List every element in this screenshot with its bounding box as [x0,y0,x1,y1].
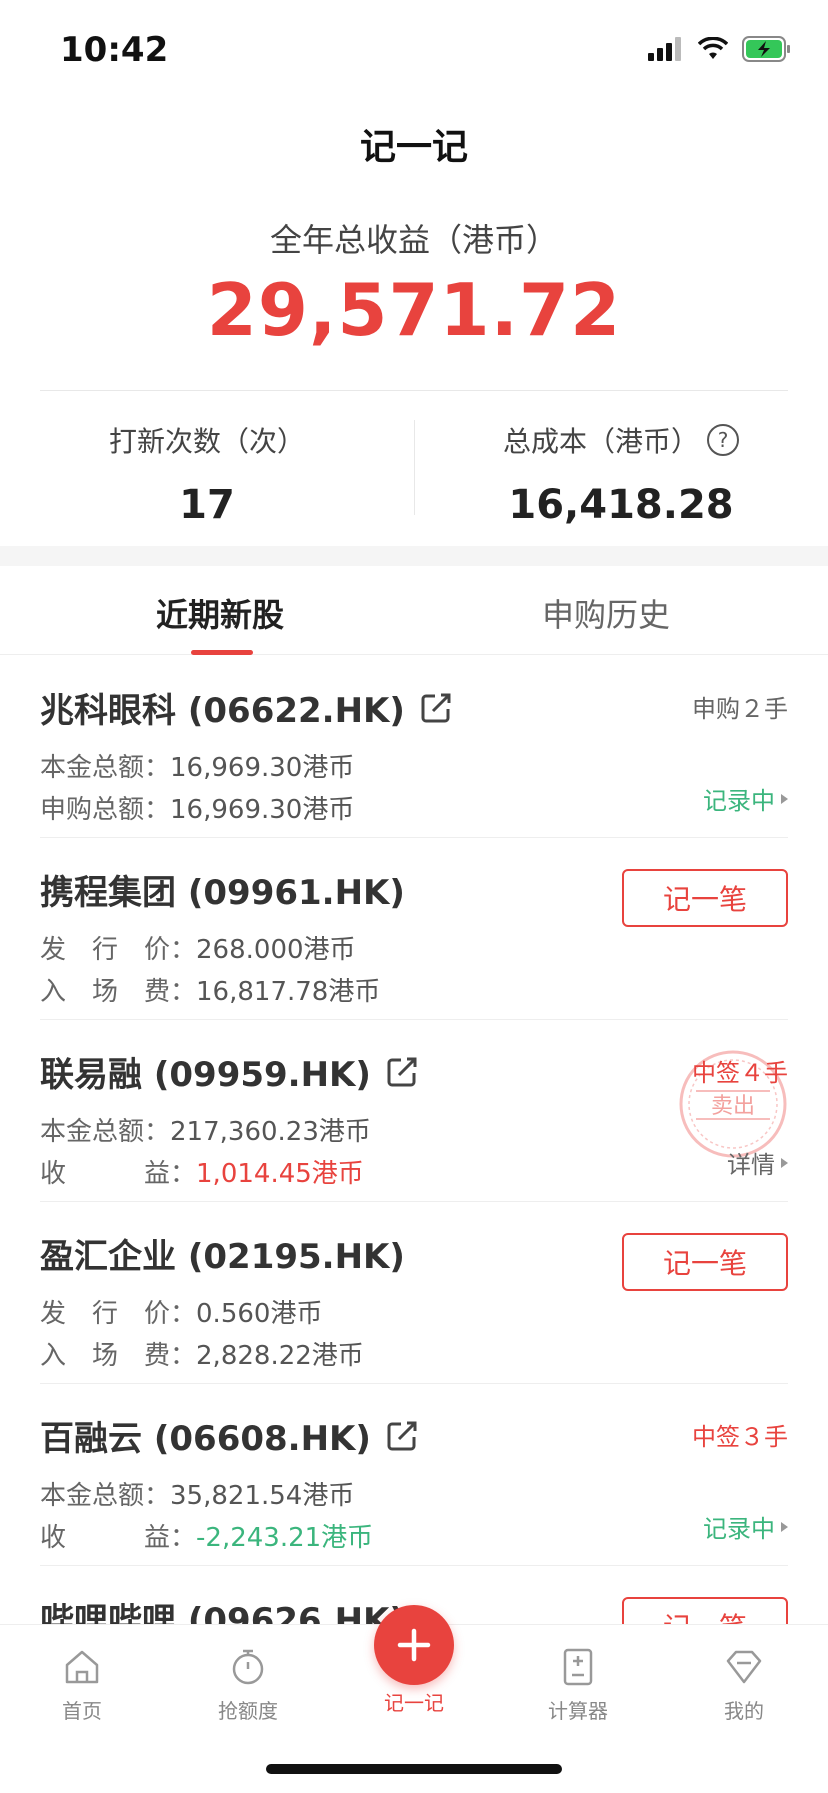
stock-name: 盈汇企业 (02195.HK) [40,1237,405,1277]
ipo-count-stat: 打新次数（次） 17 [0,420,414,528]
ipo-count-label: 打新次数（次） [108,425,305,458]
plus-icon [397,1628,431,1662]
subscription-row: 申购总额：16,969.30港币 [40,795,355,825]
nav-home-label: 首页 [62,1699,102,1723]
lots-badge: 中签４手 [692,1059,788,1087]
edit-icon[interactable] [385,1419,419,1453]
profit-row: 收 益：-2,243.21港币 [40,1523,374,1553]
tab-subscription-history[interactable]: 申购历史 [542,590,670,636]
nav-quota-label: 抢额度 [218,1699,278,1723]
nav-profile[interactable]: 我的 [684,1645,804,1724]
stock-name: 联易融 (09959.HK) [40,1047,419,1096]
calculator-icon [563,1648,593,1686]
nav-calculator[interactable]: 计算器 [518,1645,638,1724]
record-status-link[interactable]: 记录中 [703,1509,788,1544]
total-cost-label: 总成本（港币） ? [414,420,828,460]
chevron-right-icon [781,1157,788,1168]
edit-icon[interactable] [385,1055,419,1089]
help-icon[interactable]: ? [707,424,739,456]
edit-icon[interactable] [419,691,453,725]
total-cost-value: 16,418.28 [508,482,734,528]
total-cost-stat: 总成本（港币） ? 16,418.28 [414,420,828,528]
timer-icon [232,1649,264,1685]
stock-name: 携程集团 (09961.HK) [40,873,405,913]
nav-record[interactable]: 记一记 [354,1687,474,1716]
principal-row: 本金总额：16,969.30港币 [40,753,355,783]
stock-name: 兆科眼科 (06622.HK) [40,683,453,732]
details-link[interactable]: 详情 [727,1145,788,1180]
ipo-list-item[interactable]: 兆科眼科 (06622.HK) 本金总额：16,969.30港币 申购总额：16… [40,655,788,838]
principal-row: 本金总额：217,360.23港币 [40,1117,371,1147]
diamond-icon [726,1650,762,1684]
chevron-right-icon [781,1521,788,1532]
lots-badge: 中签３手 [692,1423,788,1451]
principal-row: 本金总额：35,821.54港币 [40,1481,355,1511]
issue-price-row: 发 行 价：268.000港币 [40,935,356,965]
ipo-list-item[interactable]: 盈汇企业 (02195.HK) 发 行 价：0.560港币 入 场 费：2,82… [40,1201,788,1384]
stamp-text: 卖出 [711,1094,755,1119]
nav-quota[interactable]: 抢额度 [188,1645,308,1724]
profit-row: 收 益：1,014.45港币 [40,1159,364,1189]
ipo-count-value: 17 [179,482,235,528]
divider [40,390,788,391]
nav-home[interactable]: 首页 [22,1645,142,1724]
scroll-content[interactable]: 记一记 全年总收益（港币） 29,571.72 打新次数（次） 17 总成本（港… [0,0,828,1624]
ipo-list-item[interactable]: 携程集团 (09961.HK) 发 行 价：268.000港币 入 场 费：16… [40,837,788,1020]
issue-price-row: 发 行 价：0.560港币 [40,1299,323,1329]
record-button[interactable]: 记一笔 [622,869,788,927]
record-button[interactable]: 记一笔 [622,1233,788,1291]
add-record-button[interactable] [374,1605,454,1685]
nav-record-label: 记一记 [384,1691,444,1715]
tab-recent-ipos[interactable]: 近期新股 [156,590,284,636]
tab-bar: 近期新股 申购历史 [0,566,828,655]
lots-badge: 申购２手 [692,695,788,723]
entry-fee-row: 入 场 费：2,828.22港币 [40,1341,364,1371]
section-gap [0,546,828,566]
home-indicator [266,1764,562,1774]
year-profit-value: 29,571.72 [206,268,622,352]
nav-calculator-label: 计算器 [548,1699,608,1723]
ipo-list-item[interactable]: 百融云 (06608.HK) 本金总额：35,821.54港币 收 益：-2,2… [40,1383,788,1566]
page-title: 记一记 [359,127,468,168]
chevron-right-icon [781,793,788,804]
year-profit-label: 全年总收益（港币） [269,221,558,259]
nav-profile-label: 我的 [724,1699,764,1723]
stock-name: 哔哩哔哩 (09626.HK) [40,1601,405,1624]
record-button[interactable]: 记一笔 [622,1597,788,1624]
home-icon [65,1650,99,1684]
stock-name: 百融云 (06608.HK) [40,1411,419,1460]
entry-fee-row: 入 场 费：16,817.78港币 [40,977,381,1007]
ipo-list-item[interactable]: 联易融 (09959.HK) 本金总额：217,360.23港币 收 益：1,0… [40,1019,788,1202]
record-status-link[interactable]: 记录中 [703,781,788,816]
